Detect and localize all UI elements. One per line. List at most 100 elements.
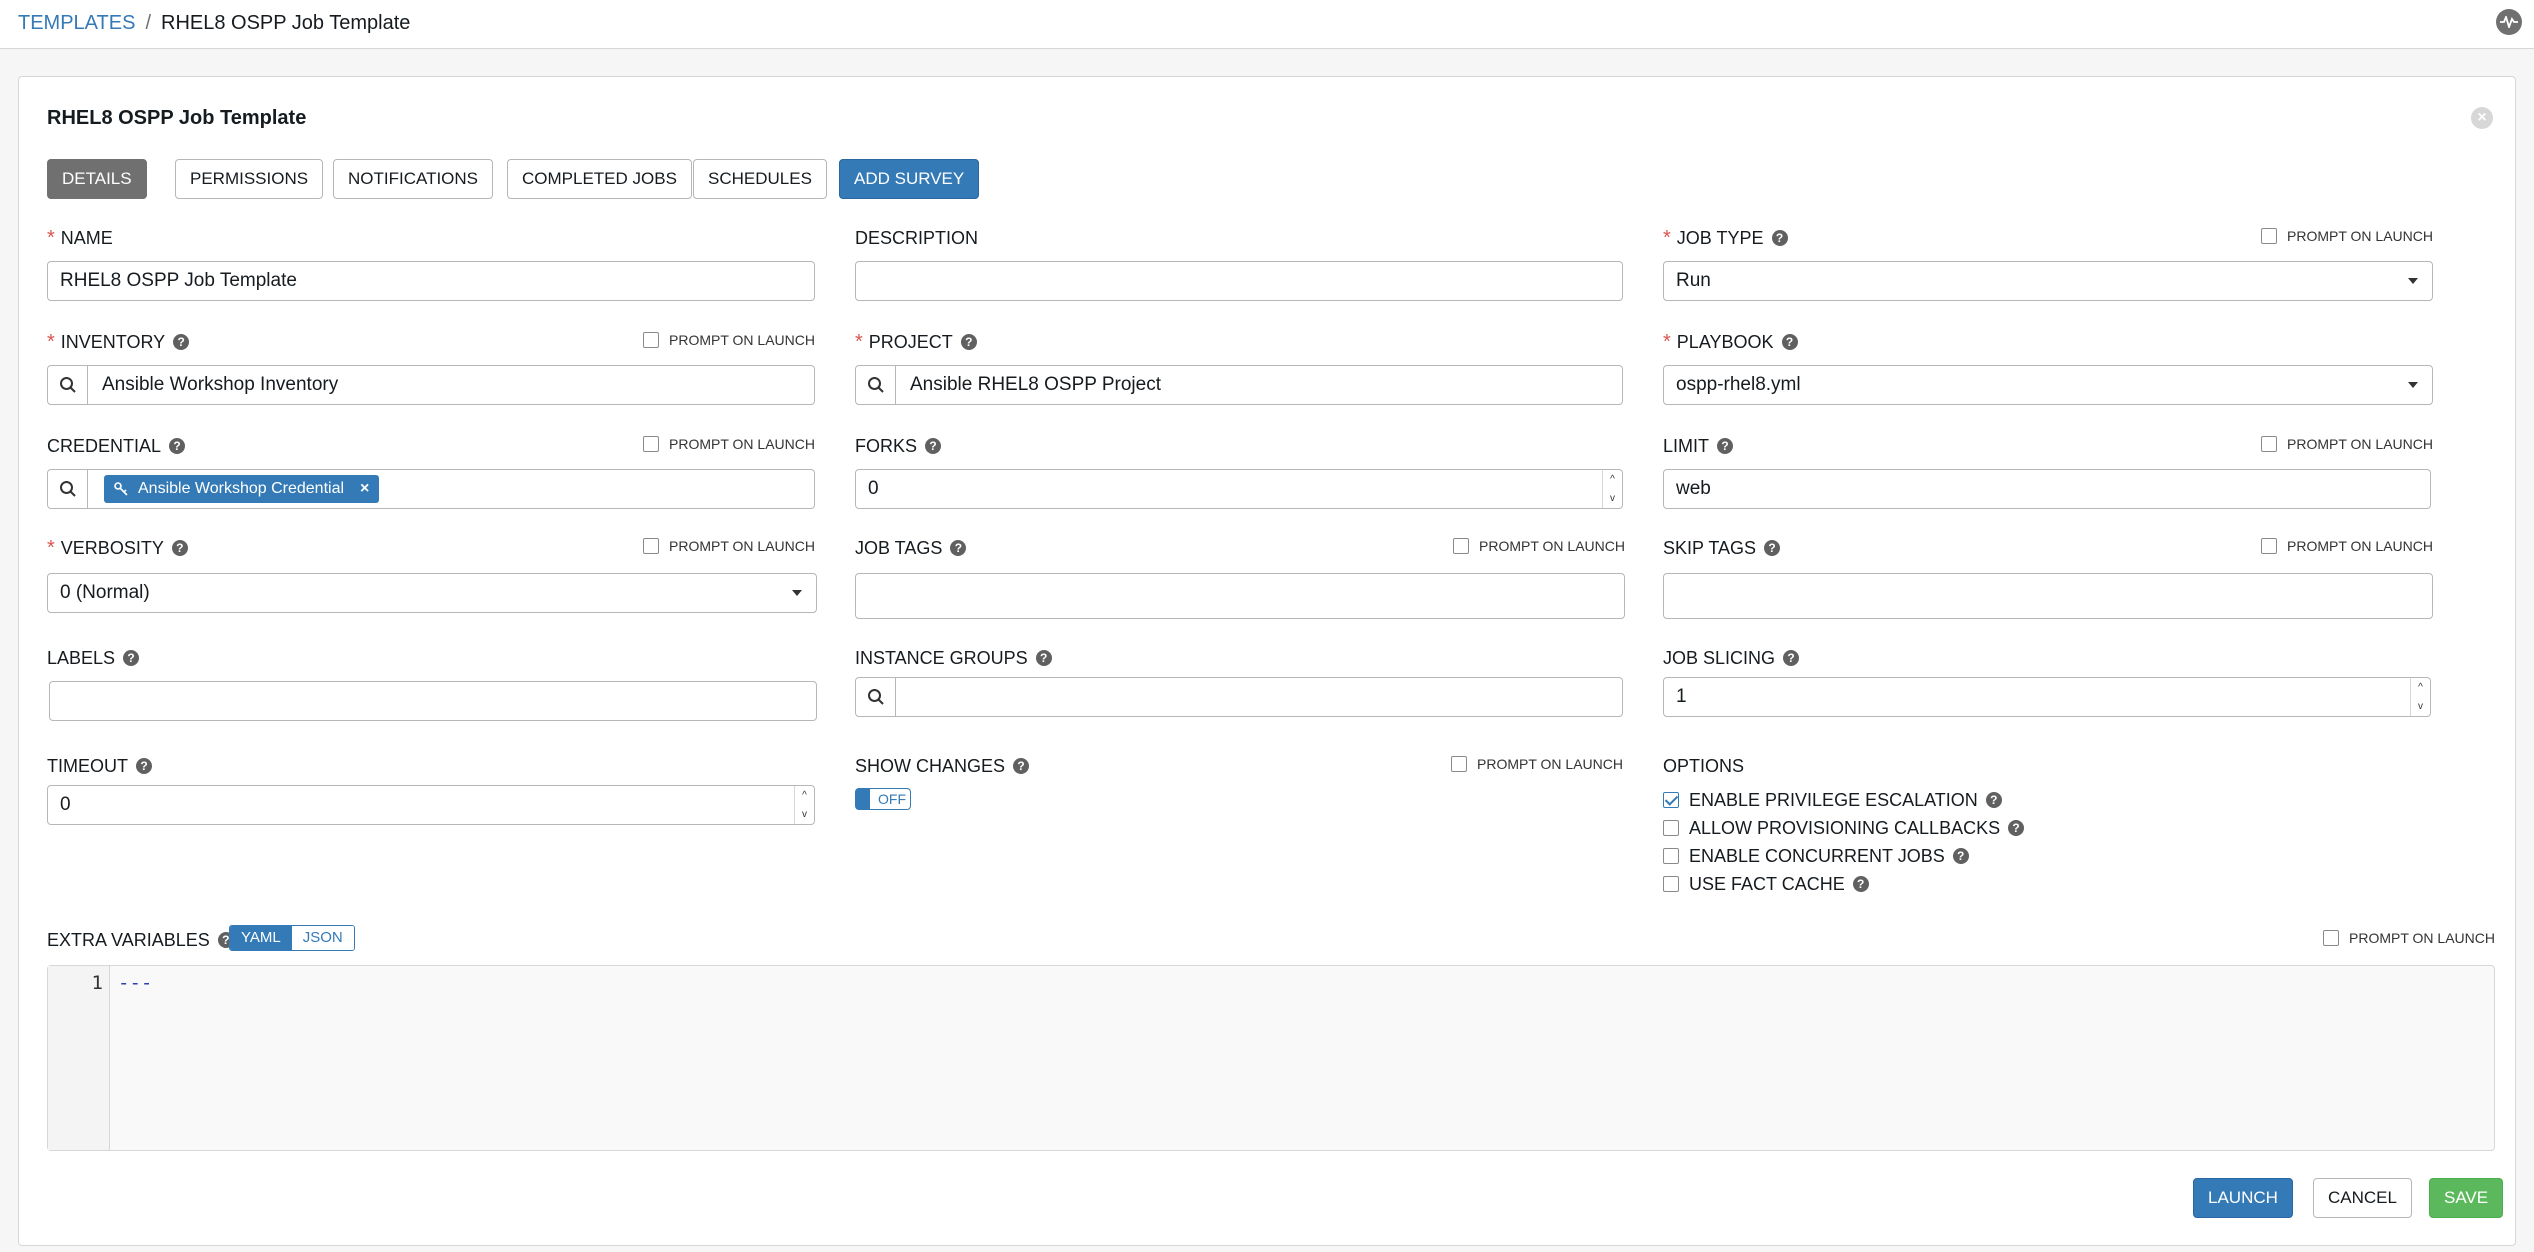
yaml-button[interactable]: YAML	[230, 926, 292, 950]
help-icon[interactable]: ?	[1717, 438, 1734, 454]
checkbox-icon[interactable]	[1663, 820, 1679, 836]
checkbox-icon[interactable]	[1451, 756, 1468, 772]
tab-notifications[interactable]: NOTIFICATIONS	[333, 159, 494, 199]
limit-label: LIMIT	[1663, 436, 1710, 456]
prompt-on-launch-credential[interactable]: PROMPT ON LAUNCH	[643, 435, 815, 453]
checkbox-icon[interactable]	[1663, 876, 1679, 892]
checkbox-icon[interactable]	[643, 436, 660, 452]
help-icon[interactable]: ?	[2008, 820, 2025, 836]
credential-lookup[interactable]: Ansible Workshop Credential ×	[47, 469, 815, 509]
instance-groups-lookup[interactable]	[855, 677, 1623, 717]
help-icon[interactable]: ?	[123, 650, 140, 666]
checkbox-icon[interactable]	[2261, 228, 2278, 244]
search-icon[interactable]	[48, 470, 88, 508]
close-icon[interactable]: ×	[2471, 107, 2493, 129]
help-icon[interactable]: ?	[1013, 758, 1030, 774]
activity-stream-icon[interactable]	[2496, 9, 2522, 35]
job-slicing-input[interactable]: 1 ^ v	[1663, 677, 2431, 717]
prompt-on-launch-job-type[interactable]: PROMPT ON LAUNCH	[2261, 227, 2433, 245]
launch-button[interactable]: LAUNCH	[2193, 1178, 2293, 1218]
remove-credential-icon[interactable]: ×	[360, 475, 369, 503]
tab-schedules[interactable]: SCHEDULES	[693, 159, 827, 199]
tab-permissions[interactable]: PERMISSIONS	[175, 159, 324, 199]
checkbox-icon[interactable]	[1663, 848, 1679, 864]
number-stepper[interactable]: ^ v	[1602, 470, 1622, 508]
prompt-on-launch-show-changes[interactable]: PROMPT ON LAUNCH	[1451, 755, 1623, 773]
project-lookup[interactable]: Ansible RHEL8 OSPP Project	[855, 365, 1623, 405]
prompt-on-launch-job-tags[interactable]: PROMPT ON LAUNCH	[1453, 537, 1625, 555]
description-input[interactable]	[855, 261, 1623, 301]
add-survey-button[interactable]: ADD SURVEY	[839, 159, 980, 199]
number-stepper[interactable]: ^ v	[794, 786, 814, 824]
job-type-select[interactable]: Run	[1663, 261, 2433, 301]
name-input[interactable]: RHEL8 OSPP Job Template	[47, 261, 815, 301]
required-mark: *	[47, 227, 55, 249]
verbosity-field: * VERBOSITY? PROMPT ON LAUNCH 0 (Normal)	[47, 537, 817, 613]
help-icon[interactable]: ?	[925, 438, 942, 454]
help-icon[interactable]: ?	[1952, 848, 1969, 864]
help-icon[interactable]: ?	[960, 334, 977, 350]
job-tags-input[interactable]	[855, 573, 1625, 619]
checkbox-icon[interactable]	[2323, 930, 2340, 946]
help-icon[interactable]: ?	[1035, 650, 1052, 666]
checkbox-icon[interactable]	[2261, 436, 2278, 452]
help-icon[interactable]: ?	[1783, 650, 1800, 666]
prompt-on-launch-inventory[interactable]: PROMPT ON LAUNCH	[643, 331, 815, 349]
skip-tags-field: SKIP TAGS? PROMPT ON LAUNCH	[1663, 537, 2433, 619]
checkbox-icon[interactable]	[1453, 538, 1470, 554]
verbosity-select[interactable]: 0 (Normal)	[47, 573, 817, 613]
checkbox-icon[interactable]	[2261, 538, 2278, 554]
job-template-panel: RHEL8 OSPP Job Template × DETAILS PERMIS…	[18, 76, 2516, 1246]
search-icon[interactable]	[856, 366, 896, 404]
option-allow-provisioning-callbacks[interactable]: ALLOW PROVISIONING CALLBACKS?	[1663, 817, 2025, 839]
prompt-on-launch-verbosity[interactable]: PROMPT ON LAUNCH	[643, 537, 815, 555]
option-enable-concurrent-jobs[interactable]: ENABLE CONCURRENT JOBS?	[1663, 845, 1969, 867]
help-icon[interactable]: ?	[1781, 334, 1798, 350]
help-icon[interactable]: ?	[171, 540, 188, 556]
forks-input[interactable]: 0 ^ v	[855, 469, 1623, 509]
save-button[interactable]: SAVE	[2429, 1178, 2504, 1218]
required-mark: *	[855, 331, 863, 353]
playbook-select[interactable]: ospp-rhel8.yml	[1663, 365, 2433, 405]
prompt-on-launch-extra-variables[interactable]: PROMPT ON LAUNCH	[2323, 929, 2495, 947]
help-icon[interactable]: ?	[1771, 230, 1788, 246]
option-use-fact-cache[interactable]: USE FACT CACHE?	[1663, 873, 1869, 895]
playbook-label: PLAYBOOK	[1676, 332, 1774, 352]
help-icon[interactable]: ?	[136, 758, 152, 774]
credential-label: CREDENTIAL	[47, 436, 162, 456]
help-icon[interactable]: ?	[1985, 792, 2002, 808]
prompt-on-launch-limit[interactable]: PROMPT ON LAUNCH	[2261, 435, 2433, 453]
timeout-input[interactable]: 0 ^ v	[47, 785, 815, 825]
help-icon[interactable]: ?	[950, 540, 967, 556]
required-mark: *	[1663, 331, 1671, 353]
skip-tags-input[interactable]	[1663, 573, 2433, 619]
code-content[interactable]: ---	[110, 966, 152, 1150]
checkbox-icon[interactable]	[643, 332, 660, 348]
prompt-on-launch-skip-tags[interactable]: PROMPT ON LAUNCH	[2261, 537, 2433, 555]
tab-completed-jobs[interactable]: COMPLETED JOBS	[507, 159, 692, 199]
show-changes-toggle[interactable]: OFF	[855, 788, 911, 810]
chevron-down-icon	[2408, 278, 2418, 284]
search-icon[interactable]	[856, 678, 896, 716]
checkbox-checked-icon[interactable]	[1663, 792, 1679, 808]
checkbox-icon[interactable]	[643, 538, 660, 554]
help-icon[interactable]: ?	[173, 334, 190, 350]
number-stepper[interactable]: ^ v	[2410, 678, 2430, 716]
help-icon[interactable]: ?	[169, 438, 186, 454]
option-enable-privilege-escalation[interactable]: ENABLE PRIVILEGE ESCALATION?	[1663, 789, 2002, 811]
tab-details[interactable]: DETAILS	[47, 159, 147, 199]
search-icon[interactable]	[48, 366, 88, 404]
help-icon[interactable]: ?	[1852, 876, 1869, 892]
inventory-lookup[interactable]: Ansible Workshop Inventory	[47, 365, 815, 405]
extra-variables-editor[interactable]: 1 ---	[47, 965, 2495, 1151]
labels-input[interactable]	[49, 681, 817, 721]
options-field: OPTIONS ENABLE PRIVILEGE ESCALATION? ALL…	[1663, 755, 2433, 905]
breadcrumb-templates-link[interactable]: TEMPLATES	[18, 12, 135, 34]
credential-chip[interactable]: Ansible Workshop Credential ×	[104, 475, 380, 503]
json-button[interactable]: JSON	[291, 926, 354, 950]
skip-tags-label: SKIP TAGS	[1663, 538, 1757, 558]
cancel-button[interactable]: CANCEL	[2313, 1178, 2412, 1218]
description-label: DESCRIPTION	[855, 228, 979, 248]
limit-input[interactable]: web	[1663, 469, 2431, 509]
help-icon[interactable]: ?	[1764, 540, 1781, 556]
